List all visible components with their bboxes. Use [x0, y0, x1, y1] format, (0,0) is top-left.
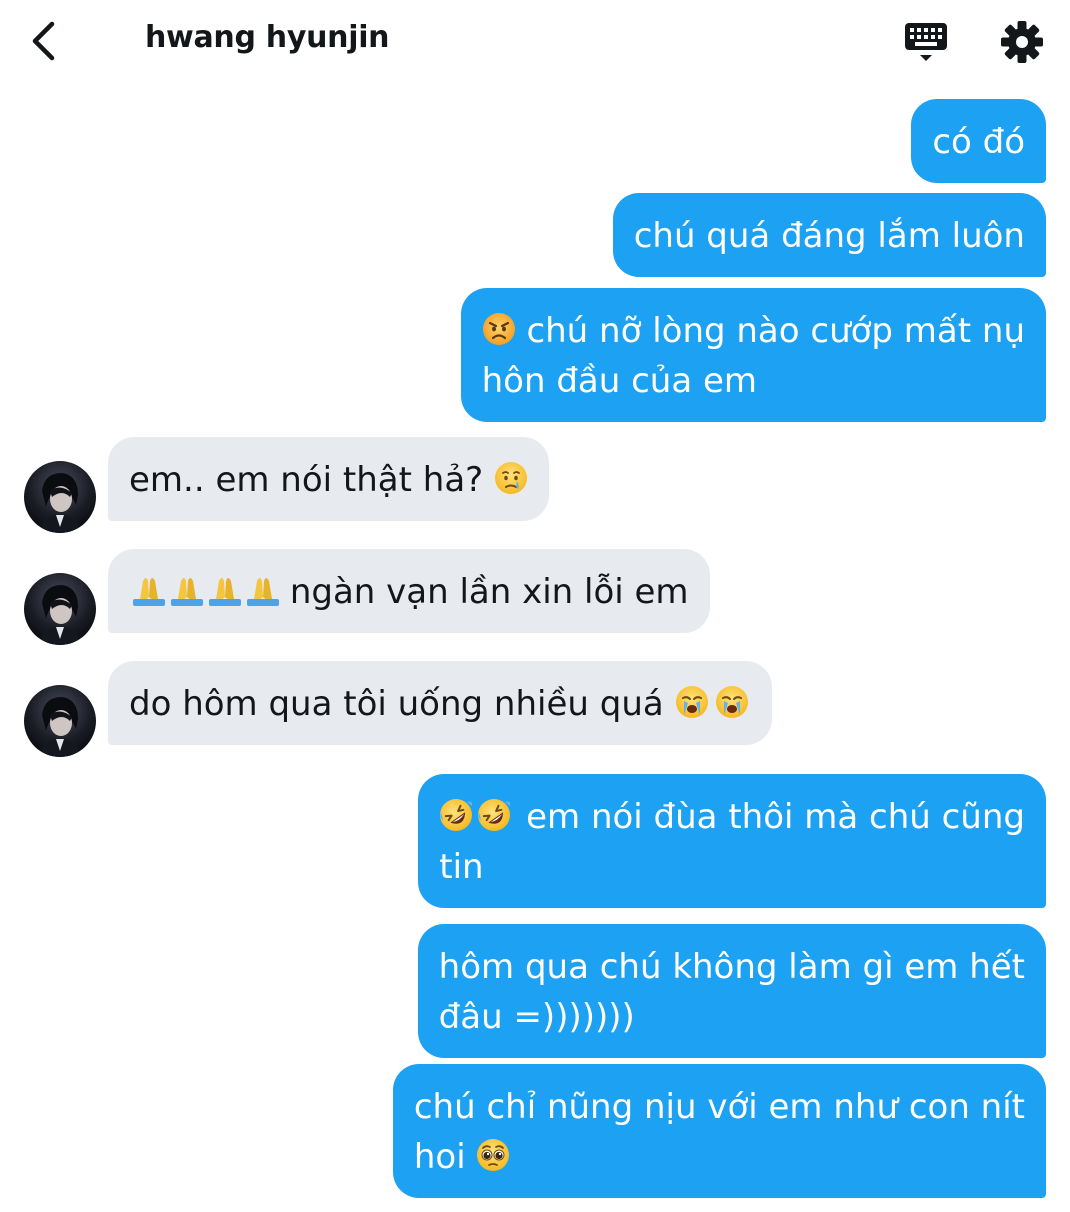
message-text: em.. em nói thật hả? [129, 460, 484, 500]
chat-header: hwang hyunjin [0, 0, 1070, 88]
message-text: chú nỡ lòng nào cướp mất nụ [526, 311, 1025, 351]
message-bubble-sent[interactable]: có đó [911, 99, 1046, 183]
message-text: tin [439, 847, 484, 887]
message-bubble-sent[interactable]: em nói đùa thôi mà chú cũng tin [418, 774, 1046, 908]
rolling-laughing-face-icon [439, 798, 516, 832]
avatar[interactable] [24, 685, 96, 757]
message-bubble-received[interactable]: em.. em nói thật hả? [108, 437, 550, 521]
message-text: hoi [413, 1137, 466, 1177]
message-text: do hôm qua tôi uống nhiều quá [129, 684, 664, 724]
message-bubble-sent[interactable]: chú nỡ lòng nào cướp mất nụ hôn đầu của … [460, 288, 1046, 422]
angry-face-icon [482, 312, 516, 346]
keyboard-icon [905, 23, 947, 61]
keyboard-button[interactable] [900, 18, 952, 66]
loudly-crying-face-icon [675, 685, 751, 719]
message-bubble-sent[interactable]: chú chỉ nũng nịu với em như con nít hoi [392, 1064, 1046, 1198]
message-bubble-received[interactable]: ngàn vạn lần xin lỗi em [108, 549, 710, 633]
message-text: chú chỉ nũng nịu với em như con nít [413, 1087, 1025, 1127]
message-text: hôn đầu của em [481, 361, 758, 401]
avatar[interactable] [24, 461, 96, 533]
message-text: hôm qua chú không làm gì em hết [438, 947, 1025, 987]
crying-face-icon [494, 461, 528, 495]
pleading-face-icon [476, 1138, 510, 1172]
chevron-left-icon [32, 21, 55, 61]
message-bubble-received[interactable]: do hôm qua tôi uống nhiều quá [108, 661, 772, 745]
folded-hands-icon [129, 573, 279, 607]
conversation-title[interactable]: hwang hyunjin [145, 20, 390, 55]
avatar[interactable] [24, 573, 96, 645]
message-bubble-sent[interactable]: chú quá đáng lắm luôn [612, 193, 1046, 277]
settings-button[interactable] [998, 18, 1046, 66]
message-text: có đó [932, 122, 1025, 162]
message-text: ngàn vạn lần xin lỗi em [289, 572, 689, 612]
gear-icon [1001, 21, 1043, 63]
message-text: chú quá đáng lắm luôn [633, 216, 1025, 256]
message-text: em nói đùa thôi mà chú cũng [526, 797, 1025, 837]
message-bubble-sent[interactable]: hôm qua chú không làm gì em hết đâu =)))… [417, 924, 1046, 1058]
message-text: đâu =))))))) [438, 997, 635, 1037]
back-button[interactable] [26, 18, 66, 64]
